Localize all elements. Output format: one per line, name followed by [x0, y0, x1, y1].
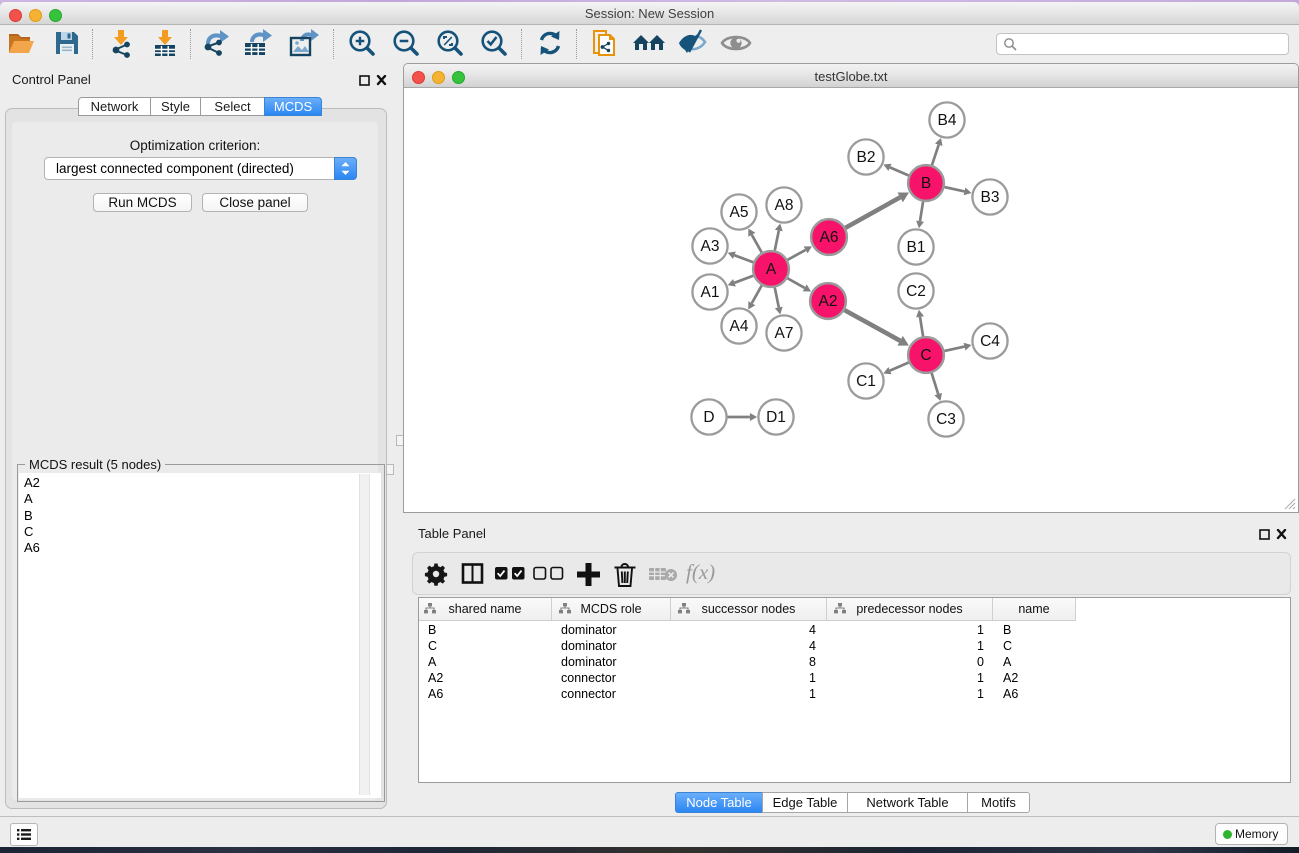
svg-text:A7: A7: [775, 325, 794, 342]
svg-text:A2: A2: [819, 293, 838, 310]
svg-text:D1: D1: [766, 409, 786, 426]
svg-text:C: C: [920, 347, 931, 364]
svg-text:B1: B1: [907, 239, 926, 256]
svg-text:C4: C4: [980, 333, 1000, 350]
svg-text:B3: B3: [981, 189, 1000, 206]
svg-text:B: B: [921, 175, 931, 192]
svg-text:A1: A1: [701, 284, 720, 301]
svg-text:A6: A6: [820, 229, 839, 246]
svg-text:A8: A8: [775, 197, 794, 214]
svg-text:B2: B2: [857, 149, 876, 166]
svg-text:D: D: [703, 409, 714, 426]
svg-text:A: A: [766, 261, 777, 278]
svg-text:A4: A4: [730, 318, 749, 335]
svg-text:C3: C3: [936, 411, 956, 428]
svg-text:A5: A5: [730, 204, 749, 221]
svg-text:C2: C2: [906, 283, 926, 300]
svg-text:B4: B4: [938, 112, 957, 129]
svg-text:C1: C1: [856, 373, 876, 390]
svg-text:A3: A3: [701, 238, 720, 255]
